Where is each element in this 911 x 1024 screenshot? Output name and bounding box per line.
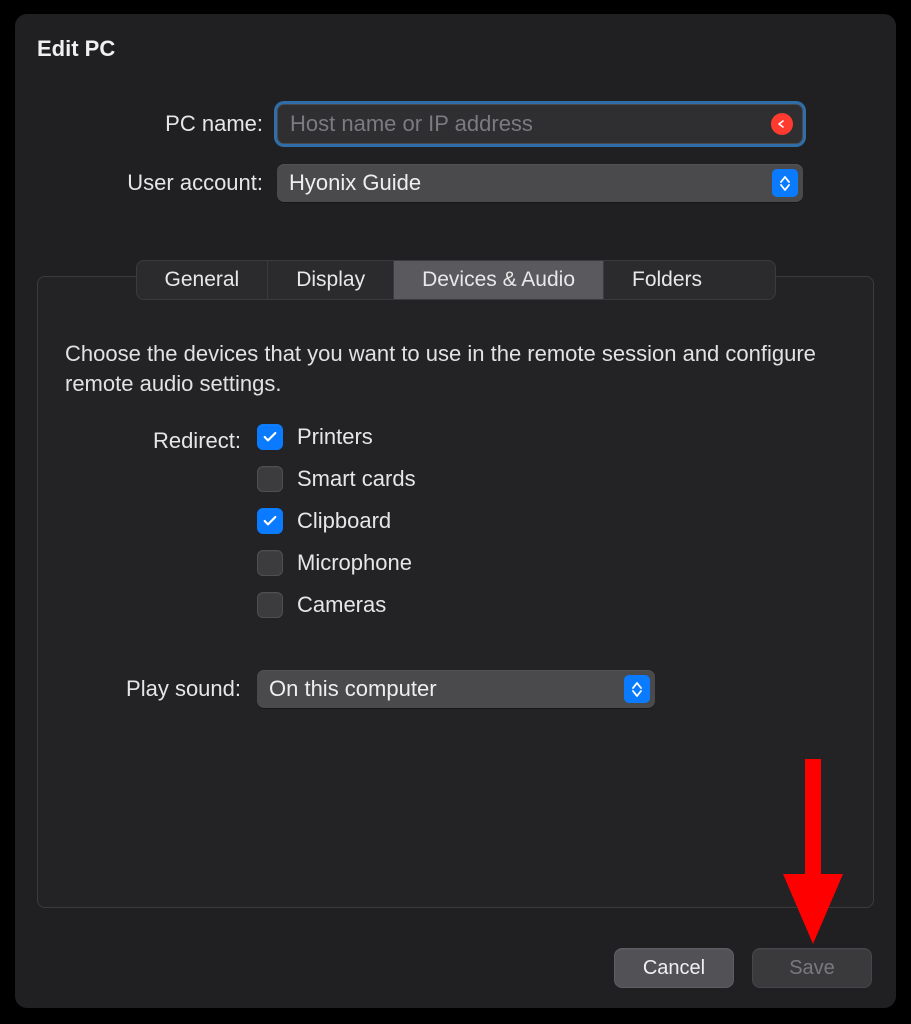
play-sound-value: On this computer: [257, 676, 618, 702]
redirect-clipboard-label: Clipboard: [297, 508, 391, 534]
chevron-up-down-icon: [772, 169, 798, 197]
redirect-microphone-row: Microphone: [257, 550, 416, 576]
redirect-microphone-checkbox[interactable]: [257, 550, 283, 576]
edit-pc-dialog: Edit PC PC name: User account: Hyonix Gu…: [15, 14, 896, 1008]
dialog-title: Edit PC: [37, 36, 115, 62]
redirect-cameras-row: Cameras: [257, 592, 416, 618]
redirect-cameras-checkbox[interactable]: [257, 592, 283, 618]
tab-folders[interactable]: Folders: [604, 261, 730, 299]
chevron-up-down-icon: [624, 675, 650, 703]
play-sound-select[interactable]: On this computer: [257, 670, 655, 708]
redirect-smartcards-checkbox[interactable]: [257, 466, 283, 492]
save-button[interactable]: Save: [752, 948, 872, 988]
play-sound-row: Play sound: On this computer: [65, 670, 655, 708]
cancel-button[interactable]: Cancel: [614, 948, 734, 988]
redirect-label: Redirect:: [65, 424, 241, 618]
redirect-printers-row: Printers: [257, 424, 416, 450]
redirect-smartcards-label: Smart cards: [297, 466, 416, 492]
tab-display[interactable]: Display: [268, 261, 394, 299]
user-account-row: User account: Hyonix Guide: [37, 164, 803, 202]
pc-name-input-wrap: [277, 104, 803, 144]
dialog-button-row: Cancel Save: [614, 948, 872, 988]
user-account-label: User account:: [37, 170, 277, 196]
tab-bar: General Display Devices & Audio Folders: [136, 260, 776, 300]
redirect-options: Printers Smart cards Clipboard Microphon…: [257, 424, 416, 618]
tab-devices-audio[interactable]: Devices & Audio: [394, 261, 604, 299]
pc-name-input[interactable]: [277, 104, 803, 144]
error-icon: [771, 113, 793, 135]
redirect-microphone-label: Microphone: [297, 550, 412, 576]
redirect-clipboard-row: Clipboard: [257, 508, 416, 534]
redirect-printers-label: Printers: [297, 424, 373, 450]
redirect-smartcards-row: Smart cards: [257, 466, 416, 492]
redirect-cameras-label: Cameras: [297, 592, 386, 618]
tab-general[interactable]: General: [137, 261, 269, 299]
user-account-select[interactable]: Hyonix Guide: [277, 164, 803, 202]
pc-name-row: PC name:: [37, 104, 803, 144]
redirect-section: Redirect: Printers Smart cards Clipboard: [65, 424, 416, 618]
redirect-printers-checkbox[interactable]: [257, 424, 283, 450]
tab-description: Choose the devices that you want to use …: [65, 339, 855, 398]
user-account-value: Hyonix Guide: [277, 170, 766, 196]
play-sound-label: Play sound:: [65, 676, 241, 702]
redirect-clipboard-checkbox[interactable]: [257, 508, 283, 534]
pc-name-label: PC name:: [37, 111, 277, 137]
